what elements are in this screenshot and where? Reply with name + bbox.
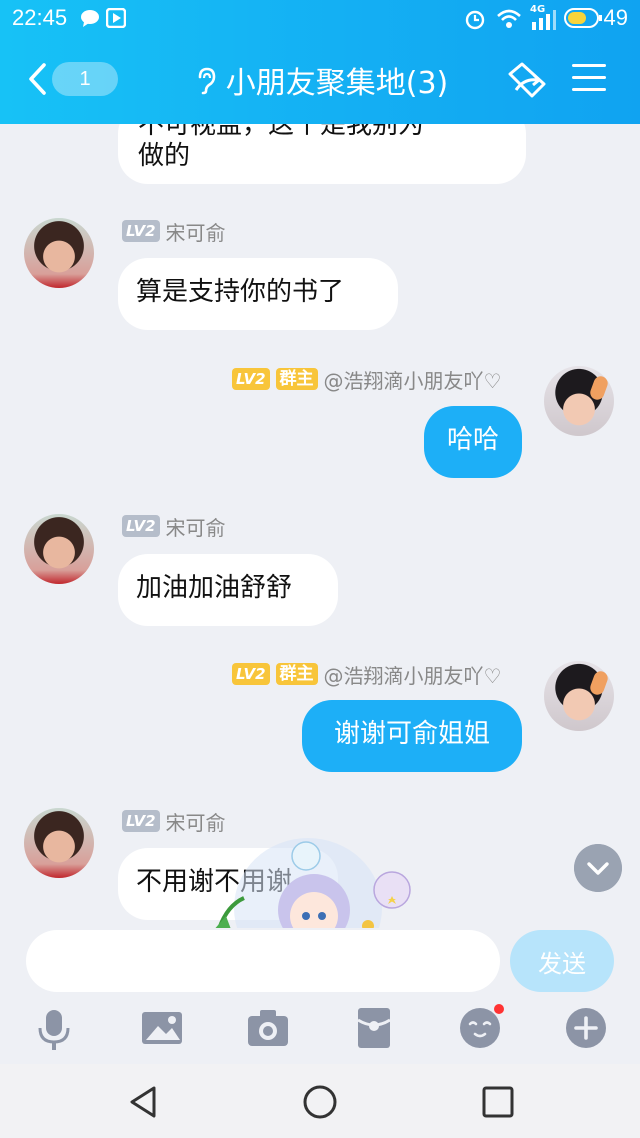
message-text: 谢谢可俞姐姐 — [333, 719, 490, 749]
sender-meta: LV2 宋可俞 — [122, 809, 226, 835]
message-text: 哈哈 — [446, 425, 499, 455]
app-header: 22:45 4G 49 小朋友聚集地(3) 1 — [0, 0, 640, 124]
sender-name: 宋可俞 — [165, 515, 226, 540]
battery-icon — [564, 8, 602, 28]
sticker-image — [215, 838, 411, 928]
message-bubble[interactable]: 谢谢可俞姐姐 — [302, 700, 522, 772]
level-badge: LV2 — [232, 663, 270, 685]
plus-icon[interactable] — [562, 1004, 610, 1052]
signal-icon — [532, 10, 556, 30]
wifi-icon — [497, 9, 521, 28]
status-bar: 22:45 4G 49 — [0, 0, 640, 36]
battery-percent: 49 — [603, 5, 628, 30]
message-text: 加油加油舒舒 — [136, 573, 293, 603]
level-badge: LV2 — [122, 810, 160, 832]
scroll-to-bottom-button[interactable] — [574, 844, 622, 892]
red-packet-icon[interactable] — [350, 1004, 398, 1052]
message-input[interactable] — [26, 930, 500, 992]
owner-badge: 群主 — [275, 368, 318, 390]
sender-meta: LV2 宋可俞 — [122, 219, 226, 245]
send-button[interactable]: 发送 — [510, 930, 614, 992]
back-triangle-icon[interactable] — [126, 1084, 162, 1120]
chat-title: 小朋友聚集地(3) — [225, 66, 449, 101]
new-badge-dot — [494, 1004, 504, 1014]
emoji-button[interactable] — [456, 1004, 504, 1052]
message-text-cut: 不可视监，这个是我别为 — [138, 124, 506, 138]
media-icon — [106, 8, 126, 28]
avatar[interactable] — [24, 218, 94, 288]
system-navigation-bar — [0, 1064, 640, 1138]
unread-count-badge: 1 — [52, 62, 118, 96]
recents-square-icon[interactable] — [480, 1084, 516, 1120]
level-badge: LV2 — [232, 368, 270, 390]
sender-meta: LV2 宋可俞 — [122, 514, 226, 540]
avatar[interactable] — [544, 366, 614, 436]
message-bubble[interactable]: 不可视监，这个是我别为 做的 — [118, 124, 526, 184]
listen-ear-icon — [198, 67, 216, 95]
alarm-icon — [465, 10, 485, 30]
message-text: 算是支持你的书了 — [136, 277, 345, 307]
back-chevron-icon — [29, 63, 46, 95]
owner-badge: 群主 — [275, 663, 318, 685]
message-text: 做的 — [138, 141, 191, 171]
avatar[interactable] — [544, 661, 614, 731]
message-icon — [81, 10, 99, 27]
menu-icon[interactable] — [572, 64, 606, 98]
home-circle-icon[interactable] — [302, 1084, 338, 1120]
camera-icon[interactable] — [244, 1004, 292, 1052]
input-bar: 发送 — [0, 928, 640, 1064]
sender-name: 宋可俞 — [165, 810, 226, 835]
image-icon[interactable] — [138, 1004, 186, 1052]
message-bubble[interactable]: 算是支持你的书了 — [118, 258, 398, 330]
sender-name: @浩翔滴小朋友吖♡ — [323, 663, 502, 688]
avatar[interactable] — [24, 808, 94, 878]
status-time: 22:45 — [12, 5, 68, 30]
sender-meta: LV2 群主 @浩翔滴小朋友吖♡ — [232, 662, 502, 688]
sender-meta: LV2 群主 @浩翔滴小朋友吖♡ — [232, 367, 502, 393]
level-badge: LV2 — [122, 515, 160, 537]
level-badge: LV2 — [122, 220, 160, 242]
sender-name: @浩翔滴小朋友吖♡ — [323, 368, 502, 393]
sender-name: 宋可俞 — [165, 220, 226, 245]
message-bubble[interactable]: 哈哈 — [424, 406, 522, 478]
microphone-icon[interactable] — [30, 1004, 78, 1052]
message-list[interactable]: 不可视监，这个是我别为 做的 LV2 宋可俞 算是支持你的书了 LV2 群主 @… — [0, 124, 640, 928]
share-icon[interactable] — [504, 60, 548, 102]
message-bubble[interactable]: 加油加油舒舒 — [118, 554, 338, 626]
avatar[interactable] — [24, 514, 94, 584]
back-button[interactable]: 1 — [22, 58, 118, 102]
title-bar: 小朋友聚集地(3) 1 — [0, 48, 640, 112]
